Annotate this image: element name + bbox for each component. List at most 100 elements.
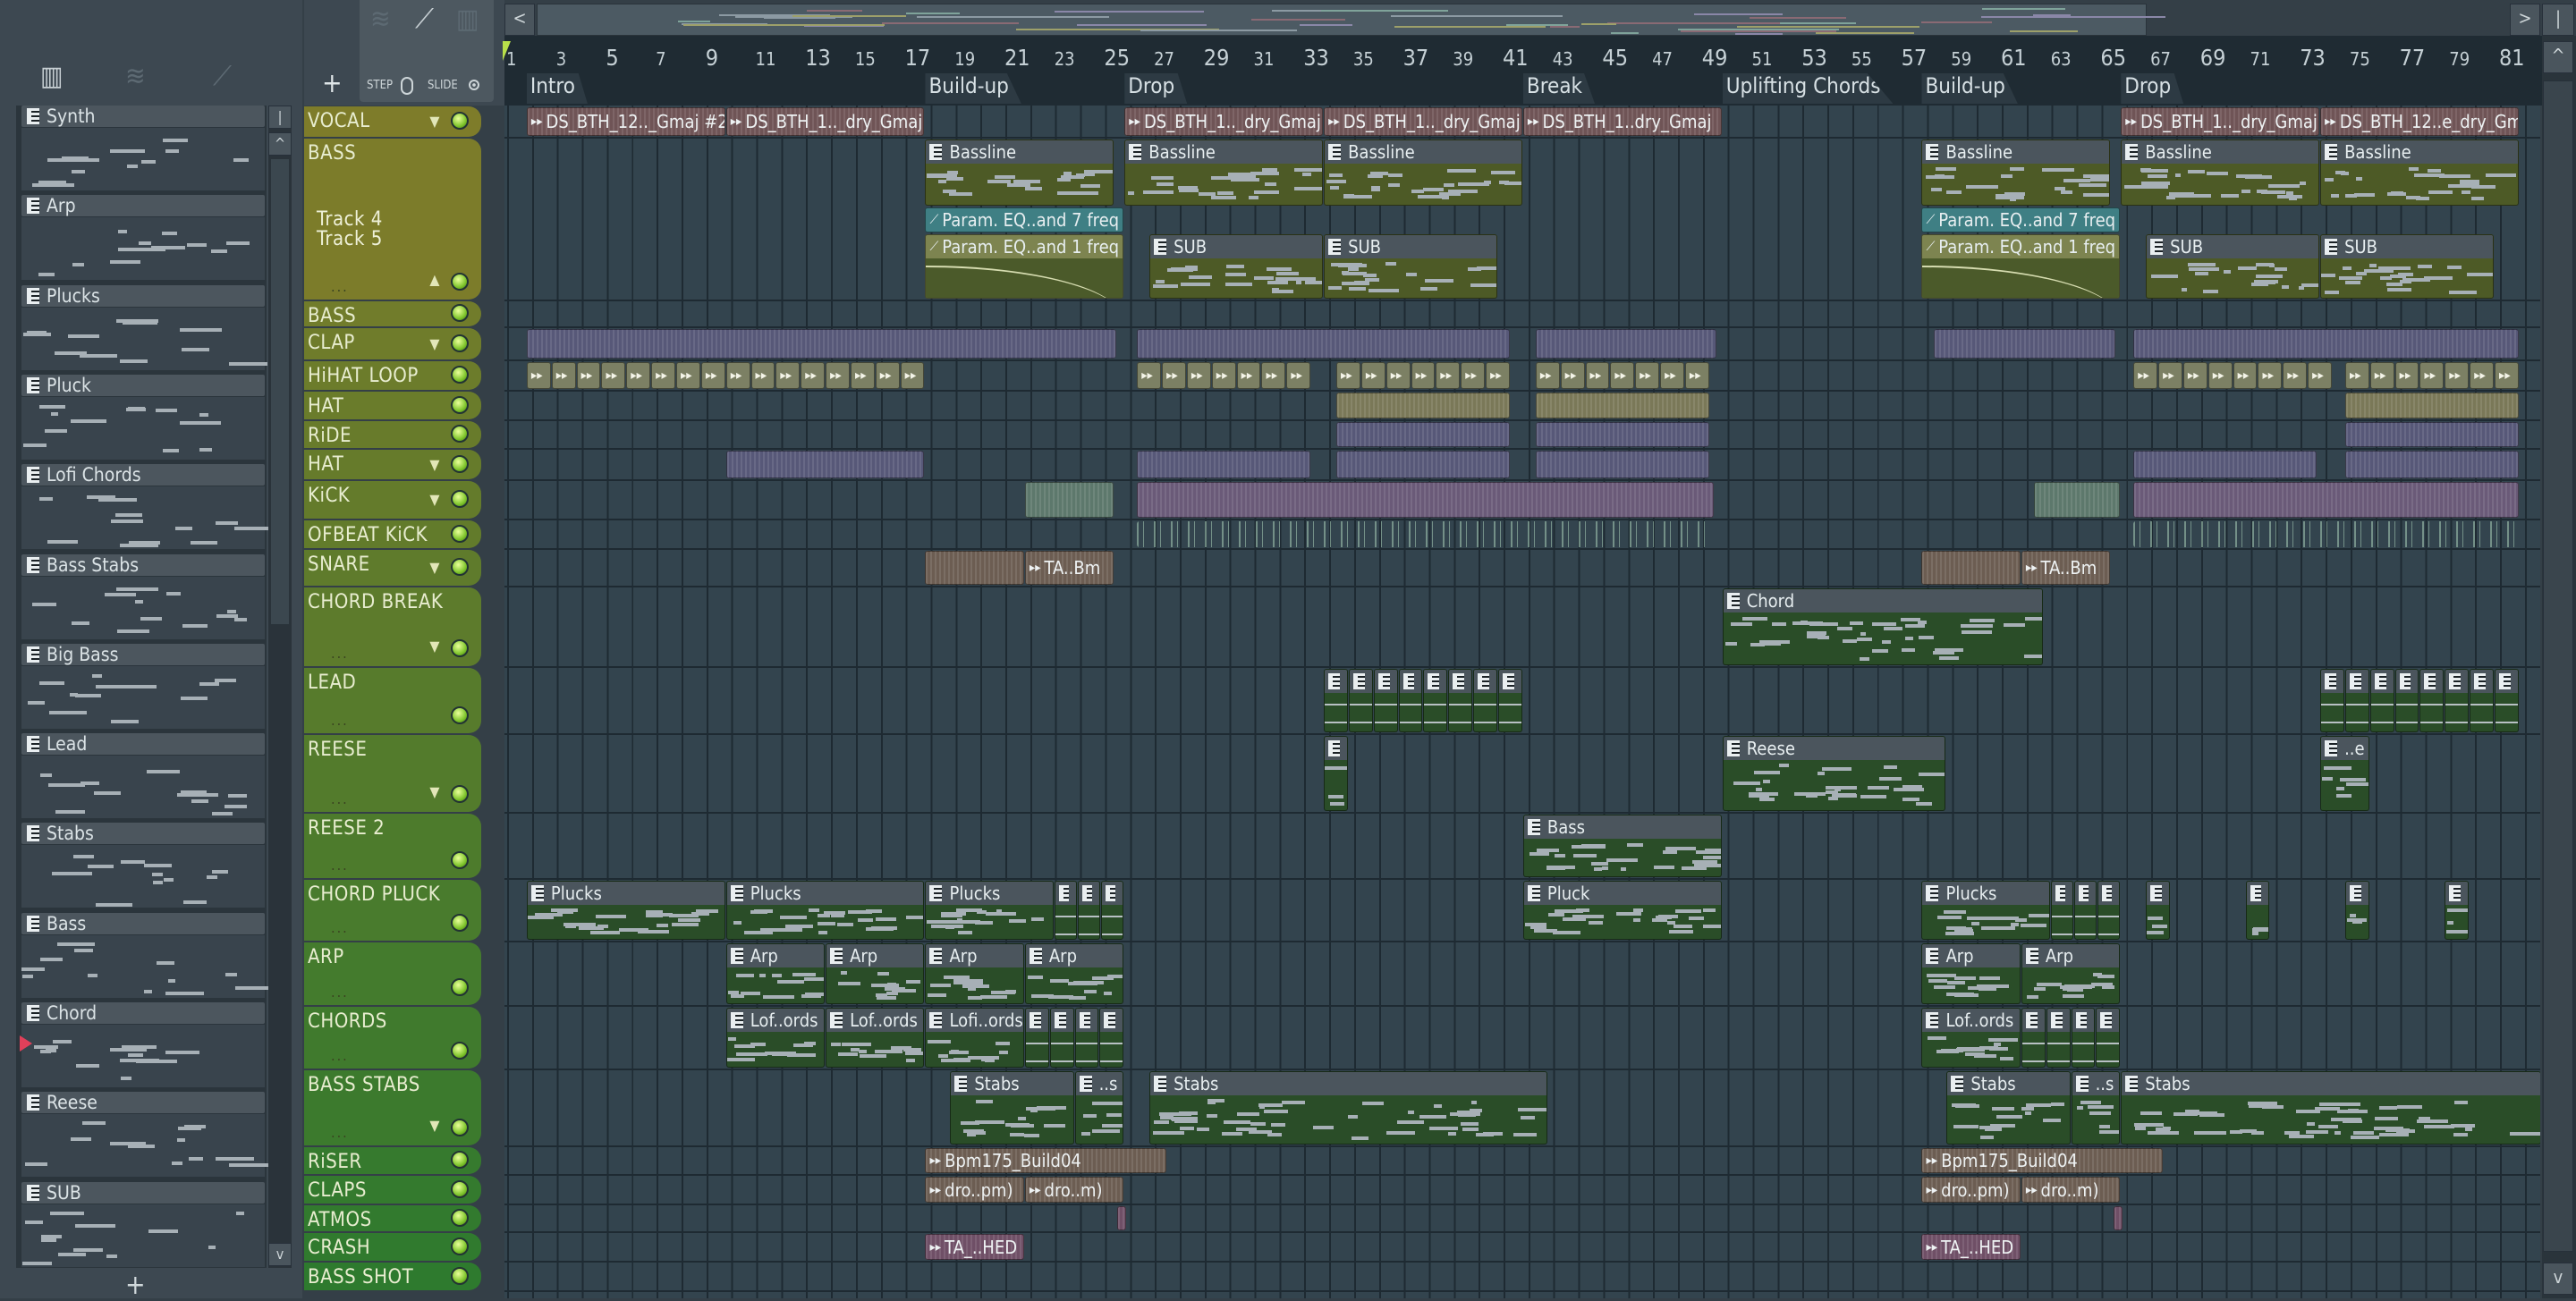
pattern-clip-header[interactable] (1325, 737, 1347, 760)
picker-item-header[interactable]: Reese (21, 1092, 265, 1114)
track-mute-led[interactable] (451, 395, 469, 414)
audio-clip[interactable] (1535, 451, 1709, 478)
pattern-clip-header[interactable]: Pluck (1523, 882, 1721, 905)
audio-loop-clip[interactable]: ▸▸ (675, 362, 700, 389)
pattern-clip[interactable] (2369, 669, 2394, 732)
pattern-clip-header[interactable] (1449, 670, 1472, 693)
picker-scrollbar[interactable] (268, 106, 292, 1268)
pattern-clip[interactable]: Bassline (925, 139, 1114, 206)
ruler-bar-number[interactable]: 35 (1353, 48, 1374, 70)
automation-clip-header[interactable]: ⟋ Param. EQ..and 1 freq (1922, 235, 2119, 258)
audio-loop-clip[interactable]: ▸▸ (2419, 362, 2445, 389)
audio-clip[interactable] (2133, 521, 2520, 547)
expand-down-icon[interactable]: ▼ (429, 638, 440, 655)
pattern-clip-header[interactable] (2470, 670, 2494, 693)
ruler-bar-number[interactable]: 25 (1104, 45, 1130, 71)
expand-down-icon[interactable]: ▼ (429, 559, 440, 576)
audio-clip[interactable]: ▸▸ DS_BTH_1.._dry_Gmaj (1324, 107, 1522, 136)
track-header[interactable]: CLAP ▼ (304, 328, 481, 359)
ruler-bar-number[interactable]: 61 (2001, 45, 2027, 71)
automation-clip-header[interactable]: ⟋ Param. EQ..and 7 freq (926, 208, 1123, 232)
pattern-clip[interactable]: Arp (2021, 943, 2121, 1004)
pattern-clip-header[interactable]: Chord (1723, 589, 2042, 612)
audio-loop-clip[interactable]: ▸▸ (1286, 362, 1311, 389)
audio-clip[interactable]: ▸▸ DS_BTH_12..e_dry_Gmaj (2320, 107, 2519, 136)
ruler-bar-number[interactable]: 41 (1503, 45, 1529, 71)
audio-loop-clip[interactable]: ▸▸ (1660, 362, 1684, 389)
ruler-bar-number[interactable]: 15 (855, 48, 876, 70)
track-mute-led[interactable] (451, 706, 469, 724)
picker-item[interactable]: Bass Stabs (21, 553, 265, 644)
audio-loop-clip[interactable]: ▸▸ (826, 362, 850, 389)
picker-item-header[interactable]: SUB (21, 1181, 265, 1204)
pattern-clip-header[interactable] (1499, 670, 1521, 693)
audio-loop-clip[interactable]: ▸▸ (1385, 362, 1411, 389)
pattern-clip[interactable]: Bassline (2121, 139, 2320, 206)
pattern-clip-header[interactable] (1102, 882, 1123, 905)
track-header[interactable]: HAT (304, 392, 481, 419)
audio-loop-clip[interactable]: ▸▸ (725, 362, 750, 389)
audio-loop-clip[interactable]: ▸▸ (2207, 362, 2233, 389)
track-header[interactable]: RiSER (304, 1147, 481, 1174)
audio-loop-clip[interactable]: ▸▸ (2495, 362, 2519, 389)
ruler-bar-number[interactable]: 49 (1702, 45, 1728, 71)
track-mute-led[interactable] (451, 978, 469, 996)
vertical-scroll-thumb[interactable] (2543, 80, 2573, 1252)
picker-item-header[interactable]: Big Bass (21, 643, 265, 665)
playlist-vertical-scrollbar[interactable]: ^ v (2542, 36, 2576, 1298)
pattern-clip[interactable]: Bassline (2320, 139, 2519, 206)
ruler-bar-number[interactable]: 79 (2449, 48, 2470, 70)
pattern-clip-header[interactable]: ..e (2321, 737, 2368, 760)
audio-clip[interactable] (1137, 329, 1510, 359)
track-mute-led[interactable] (451, 639, 469, 657)
ruler-bar-number[interactable]: 71 (2250, 48, 2271, 70)
pattern-clip-header[interactable]: Bass (1523, 815, 1721, 839)
ruler-bar-number[interactable]: 47 (1652, 48, 1673, 70)
picker-item[interactable]: Lead (21, 733, 265, 823)
track-mute-led[interactable] (451, 914, 469, 932)
pattern-clip-header[interactable] (2395, 670, 2419, 693)
ruler-bar-number[interactable]: 9 (706, 45, 718, 71)
scroll-left-button[interactable]: < (504, 4, 535, 36)
audio-clip[interactable] (1116, 1206, 1127, 1230)
picker-item-header[interactable]: Lofi Chords (21, 464, 265, 486)
ruler-bar-number[interactable]: 37 (1403, 45, 1429, 71)
pattern-clip-header[interactable]: Bassline (2122, 140, 2319, 164)
audio-clip[interactable] (1934, 329, 2115, 359)
picker-item[interactable]: Reese (21, 1092, 270, 1181)
pattern-clip[interactable]: Lof..ords (725, 1008, 826, 1068)
ruler-bar-number[interactable]: 81 (2499, 45, 2525, 71)
automation-icon[interactable]: ⟋ (415, 4, 434, 35)
pattern-clip-header[interactable] (1055, 882, 1077, 905)
audio-loop-clip[interactable]: ▸▸ (1560, 362, 1585, 389)
track-mute-led[interactable] (451, 454, 469, 473)
audio-clip[interactable] (1137, 521, 1716, 547)
ruler-bar-number[interactable]: 53 (1801, 45, 1827, 71)
picker-scroll-handle[interactable]: | (268, 106, 292, 129)
section-marker[interactable]: Uplifting Chords (1722, 73, 1894, 104)
collapse-up-icon[interactable]: ▲ (429, 271, 440, 288)
pattern-clip[interactable]: SUB (2320, 234, 2495, 299)
track-mute-led[interactable] (451, 1151, 469, 1169)
ruler-bar-number[interactable]: 33 (1303, 45, 1329, 71)
pattern-clip[interactable]: Stabs (1149, 1071, 1547, 1145)
pattern-clip[interactable]: Stabs (2121, 1071, 2540, 1145)
pattern-clip-header[interactable] (2021, 1009, 2045, 1032)
audio-clip[interactable] (2344, 422, 2519, 447)
pattern-clip[interactable]: Plucks (925, 881, 1055, 940)
track-mute-led[interactable] (451, 1042, 469, 1060)
audio-loop-clip[interactable]: ▸▸ (626, 362, 651, 389)
pattern-clip-header[interactable] (2496, 670, 2518, 693)
expand-down-icon[interactable]: ▼ (429, 113, 440, 130)
pattern-clip[interactable] (2445, 881, 2470, 940)
pattern-clip[interactable]: Lof..ords (826, 1008, 925, 1068)
pattern-clip-header[interactable]: ..s (1075, 1072, 1123, 1095)
scroll-up-button[interactable]: ^ (2543, 41, 2573, 73)
track-mute-led[interactable] (451, 524, 469, 543)
picker-item[interactable]: SUB (21, 1181, 265, 1271)
audio-loop-clip[interactable]: ▸▸ (2394, 362, 2419, 389)
pattern-clip[interactable]: Bassline (1324, 139, 1522, 206)
audio-loop-clip[interactable]: ▸▸ (775, 362, 801, 389)
pattern-clip[interactable]: Arp (925, 943, 1024, 1004)
pattern-clip[interactable]: Chord (1722, 588, 2043, 665)
